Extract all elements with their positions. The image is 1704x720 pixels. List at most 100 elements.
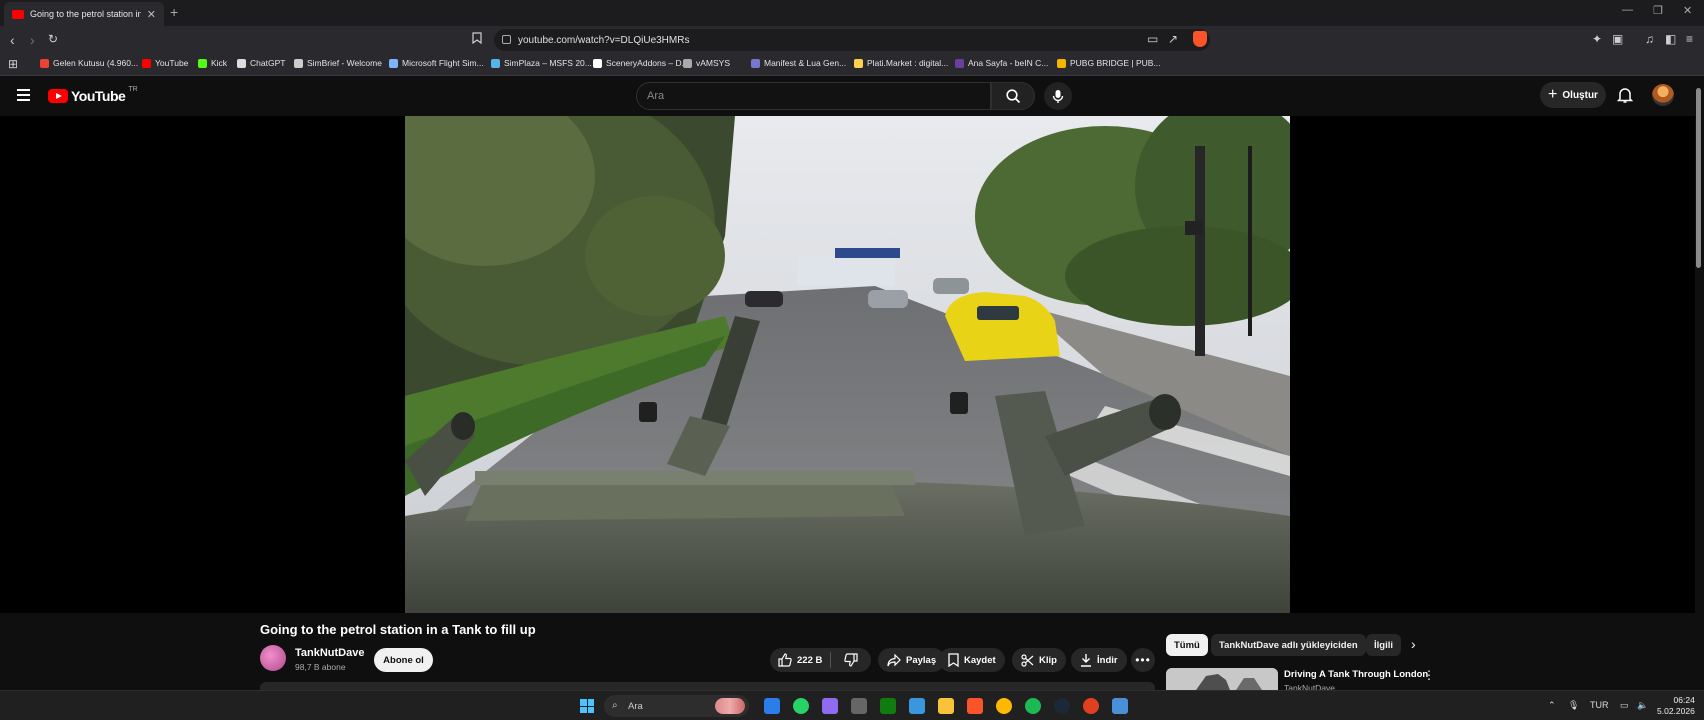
bookmark-plati[interactable]: Plati.Market : digital... (854, 58, 948, 68)
like-button[interactable]: 222 B (770, 652, 832, 668)
dislike-button[interactable] (836, 653, 866, 667)
hamburger-menu-icon[interactable] (17, 89, 30, 104)
restore-icon[interactable]: ❐ (1653, 4, 1663, 17)
microphone-tray-icon[interactable]: 🎙 (1568, 700, 1579, 711)
youtube-play-icon (48, 89, 68, 103)
notifications-bell-icon[interactable] (1617, 86, 1633, 104)
youtube-header: YouTube TR + Oluştur (0, 76, 1704, 116)
taskbar-search[interactable]: ⌕ Ara (604, 695, 749, 717)
bookmark-msfs[interactable]: Microsoft Flight Sim... (389, 58, 484, 68)
subscribe-button[interactable]: Abone ol (374, 648, 433, 672)
account-avatar[interactable] (1652, 84, 1674, 106)
like-dislike-group: 222 B (770, 648, 871, 672)
files-app-icon[interactable] (764, 698, 780, 714)
address-bar[interactable]: youtube.com/watch?v=DLQiUe3HMRs (494, 29, 1210, 51)
create-button[interactable]: + Oluştur (1540, 82, 1606, 108)
input-language[interactable]: TUR (1590, 700, 1609, 710)
minimize-icon[interactable]: — (1622, 4, 1633, 16)
recommendation-thumbnail[interactable] (1166, 668, 1278, 690)
search-input[interactable] (637, 83, 990, 109)
steam-icon[interactable] (1054, 698, 1070, 714)
network-icon[interactable]: ▭ (1620, 700, 1629, 711)
share-icon (887, 653, 901, 666)
browser-toolbar: ‹ › ↻ youtube.com/watch?v=DLQiUe3HMRs ▭ … (0, 26, 1704, 54)
back-icon[interactable]: ‹ (10, 32, 15, 48)
chip-related[interactable]: İlgili (1366, 634, 1401, 656)
share-page-icon[interactable]: ↗ (1168, 32, 1178, 46)
cast-icon[interactable]: ▭ (1147, 32, 1158, 46)
youtube-logo[interactable]: YouTube TR (48, 85, 138, 104)
bookmark-pubg[interactable]: PUBG BRIDGE | PUB... (1057, 58, 1161, 68)
channel-avatar[interactable] (260, 645, 286, 671)
sidebar-toggle-icon[interactable]: ◧ (1665, 32, 1676, 46)
recommendation-channel: TankNutDave (1284, 683, 1336, 690)
youtube-icon (142, 58, 151, 68)
tab-close-icon[interactable]: ✕ (147, 8, 156, 21)
chip-all[interactable]: Tümü (1166, 634, 1208, 656)
bookmark-simbrief[interactable]: SimBrief - Welcome (294, 58, 382, 68)
apps-grid-icon[interactable]: ⊞ (8, 57, 18, 71)
bookmark-kick[interactable]: Kick (198, 58, 227, 68)
settings-icon[interactable] (1112, 698, 1128, 714)
chip-from-uploader[interactable]: TankNutDave adlı yükleyiciden (1211, 634, 1366, 656)
video-player[interactable] (0, 116, 1695, 613)
microphone-icon (1052, 89, 1064, 103)
bookmark-youtube[interactable]: YouTube (142, 58, 188, 68)
windows-taskbar: ⌕ Ara ⌃ 🎙 TUR ▭ 🔈 06:24 5.02.2026 (0, 690, 1704, 720)
windows-start-icon[interactable] (580, 699, 594, 713)
simbrief-icon (294, 58, 303, 68)
system-clock[interactable]: 06:24 5.02.2026 (1657, 695, 1695, 717)
spotify-icon[interactable] (1025, 698, 1041, 714)
region-code: TR (128, 85, 138, 93)
download-button[interactable]: İndir (1071, 648, 1127, 672)
scrollbar-thumb[interactable] (1696, 88, 1701, 268)
search-button[interactable] (991, 82, 1035, 110)
chevron-right-icon[interactable]: › (1411, 636, 1416, 652)
page-scrollbar[interactable] (1695, 80, 1702, 640)
bookmark-manifest[interactable]: Manifest & Lua Gen... (751, 58, 846, 68)
bookmark-gmail[interactable]: Gelen Kutusu (4.960... (40, 58, 138, 68)
browser-tab-bar: Going to the petrol station in a Tank to… (0, 0, 1704, 26)
tray-overflow-icon[interactable]: ⌃ (1548, 700, 1556, 711)
close-window-icon[interactable]: ✕ (1683, 4, 1692, 17)
sceneryaddons-icon (593, 58, 602, 68)
description-box[interactable] (260, 682, 1155, 690)
reload-icon[interactable]: ↻ (48, 32, 58, 46)
bookmark-bein[interactable]: Ana Sayfa - beIN C... (955, 58, 1048, 68)
extensions-icon[interactable]: ✦ (1592, 32, 1602, 46)
voice-search-button[interactable] (1044, 82, 1072, 110)
share-button[interactable]: Paylaş (878, 648, 946, 672)
recommendation-more-icon[interactable]: ⋮ (1423, 668, 1435, 682)
new-tab-button[interactable]: + (170, 4, 178, 20)
save-button[interactable]: Kaydet (939, 648, 1005, 672)
discord-icon[interactable] (996, 698, 1012, 714)
bookmark-sceneryaddons[interactable]: SceneryAddons – D... (593, 58, 689, 68)
volume-icon[interactable]: 🔈 (1637, 700, 1648, 711)
more-actions-icon[interactable]: ••• (1131, 648, 1155, 672)
folder-icon[interactable] (938, 698, 954, 714)
pen-app-icon[interactable] (822, 698, 838, 714)
bookmark-page-icon[interactable] (472, 32, 482, 47)
bookmark-chatgpt[interactable]: ChatGPT (237, 58, 285, 68)
screenshot-icon[interactable]: ▣ (1612, 32, 1623, 46)
clip-button[interactable]: Klip (1012, 648, 1066, 672)
browser-tab-active[interactable]: Going to the petrol station in a Tank to… (4, 2, 164, 26)
store-icon[interactable] (909, 698, 925, 714)
cube-app-icon[interactable] (851, 698, 867, 714)
channel-name[interactable]: TankNutDave (295, 647, 364, 659)
menu-icon[interactable]: ≡ (1686, 32, 1693, 46)
bookmark-vamsys[interactable]: vAMSYS (683, 58, 730, 68)
media-icon[interactable]: ♫ (1645, 32, 1654, 46)
forward-icon[interactable]: › (30, 32, 35, 48)
thumbs-up-icon (778, 653, 792, 667)
brave-shields-icon[interactable] (1193, 31, 1207, 47)
video-frame[interactable] (405, 116, 1290, 613)
bookmark-simplaza[interactable]: SimPlaza – MSFS 20... (491, 58, 592, 68)
recommendation-title[interactable]: Driving A Tank Through London (1284, 669, 1428, 680)
brave-icon[interactable] (967, 698, 983, 714)
whatsapp-icon[interactable] (793, 698, 809, 714)
app-red-icon[interactable] (1083, 698, 1099, 714)
site-info-icon[interactable] (502, 35, 511, 44)
msfs-icon (389, 58, 398, 68)
xbox-icon[interactable] (880, 698, 896, 714)
